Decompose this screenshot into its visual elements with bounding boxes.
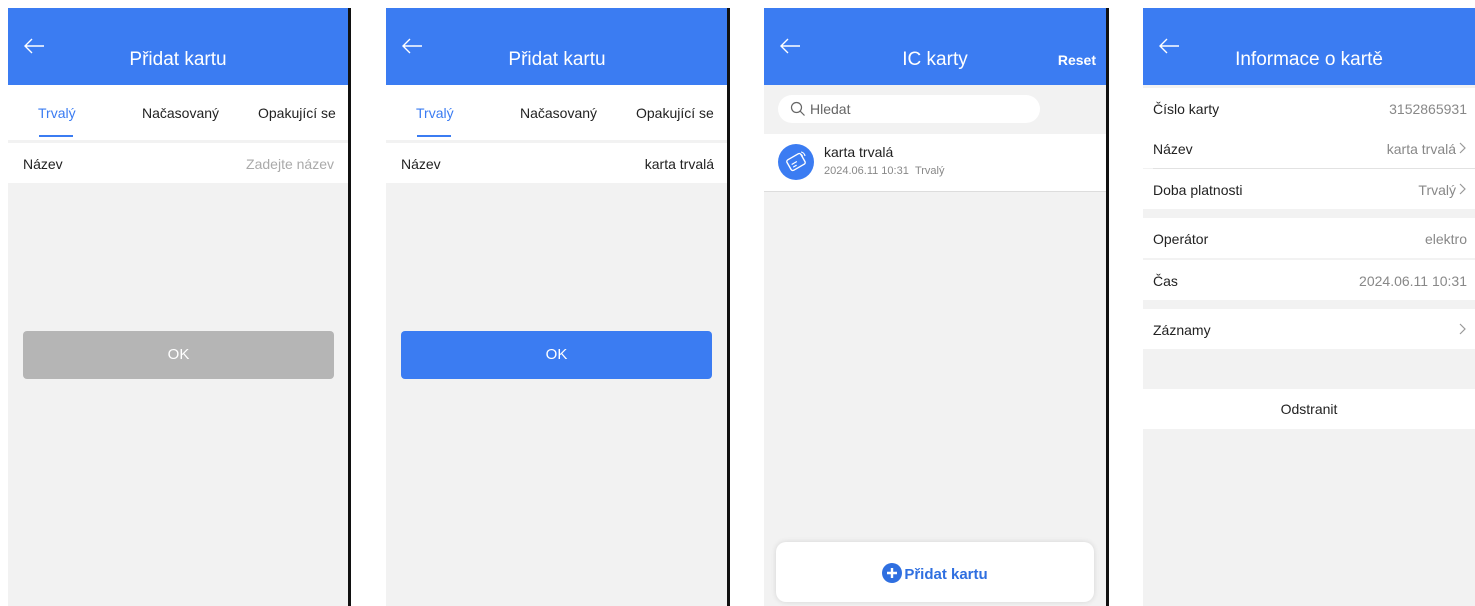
name-label: Název <box>401 156 441 172</box>
app-bar: Přidat kartu <box>386 8 728 85</box>
search-input[interactable] <box>808 100 1032 118</box>
validity-value: Trvalý <box>1418 182 1456 198</box>
delete-button[interactable]: Odstranit <box>1143 389 1475 429</box>
card-number-value: 3152865931 <box>1389 101 1467 117</box>
chevron-right-icon <box>1459 323 1466 335</box>
name-value: karta trvalá <box>1386 141 1456 157</box>
card-icon <box>778 144 814 180</box>
tab-permanent[interactable]: Trvalý <box>416 105 454 121</box>
screen-add-card-empty: Přidat kartu Trvalý Načasovaný Opakující… <box>8 8 348 606</box>
tab-recurring[interactable]: Opakující se <box>636 105 714 121</box>
screen-card-info: Informace o kartě Číslo karty 3152865931… <box>1143 8 1475 606</box>
records-row[interactable]: Záznamy <box>1143 309 1475 349</box>
tab-bar: Trvalý Načasovaný Opakující se <box>386 85 728 140</box>
name-field-row[interactable]: Název karta trvalá <box>386 143 728 183</box>
tab-timed[interactable]: Načasovaný <box>142 105 219 121</box>
screen-add-card-filled: Přidat kartu Trvalý Načasovaný Opakující… <box>386 8 728 606</box>
page-title: IC karty <box>902 49 968 70</box>
validity-value-wrap: Trvalý <box>1418 182 1467 198</box>
divider <box>1106 8 1109 606</box>
card-meta: 2024.06.11 10:31 Trvalý <box>824 165 945 177</box>
page-title: Informace o kartě <box>1235 49 1383 70</box>
page-title: Přidat kartu <box>129 49 227 70</box>
app-bar: Informace o kartě <box>1143 8 1475 85</box>
time-value: 2024.06.11 10:31 <box>1359 273 1467 289</box>
add-card-button[interactable]: Přidat kartu <box>776 542 1094 602</box>
tab-timed[interactable]: Načasovaný <box>520 105 597 121</box>
list-item[interactable]: karta trvalá 2024.06.11 10:31 Trvalý <box>764 134 1106 192</box>
operator-value: elektro <box>1424 231 1467 247</box>
divider <box>348 8 351 606</box>
chevron-right-icon <box>1459 142 1466 154</box>
divider <box>727 8 730 606</box>
tab-recurring[interactable]: Opakující se <box>258 105 336 121</box>
validity-row[interactable]: Doba platnosti Trvalý <box>1143 169 1475 209</box>
operator-label: Operátor <box>1153 231 1209 247</box>
card-number-row: Číslo karty 3152865931 <box>1143 88 1475 128</box>
records-chevron <box>1456 322 1467 338</box>
active-tab-indicator <box>417 135 451 137</box>
card-type: Trvalý <box>914 165 945 177</box>
name-input-placeholder[interactable]: Zadejte název <box>246 156 334 172</box>
name-label: Název <box>1153 141 1193 157</box>
ok-button[interactable]: OK <box>401 331 712 379</box>
search-icon <box>790 101 805 116</box>
card-name: karta trvalá <box>824 144 894 160</box>
ok-button-disabled[interactable]: OK <box>23 331 334 379</box>
time-label: Čas <box>1153 273 1178 289</box>
name-input-value[interactable]: karta trvalá <box>645 156 714 172</box>
chevron-right-icon <box>1459 183 1466 195</box>
card-number-label: Číslo karty <box>1153 101 1220 117</box>
name-value-wrap: karta trvalá <box>1387 141 1467 157</box>
page-title: Přidat kartu <box>508 49 606 70</box>
validity-label: Doba platnosti <box>1153 182 1243 198</box>
active-tab-indicator <box>39 135 73 137</box>
name-field-row[interactable]: Název Zadejte název <box>8 143 348 183</box>
records-label: Záznamy <box>1153 322 1211 338</box>
reset-button[interactable]: Reset <box>1058 52 1096 68</box>
add-card-content: Přidat kartu <box>776 563 1094 583</box>
tab-bar: Trvalý Načasovaný Opakující se <box>8 85 348 140</box>
screen-ic-cards: IC karty Reset karta trvalá 2024.06.11 1… <box>764 8 1106 606</box>
app-bar: IC karty Reset <box>764 8 1106 85</box>
plus-circle-icon <box>882 563 903 583</box>
name-label: Název <box>23 156 63 172</box>
app-bar: Přidat kartu <box>8 8 348 85</box>
add-card-label: Přidat kartu <box>904 566 988 583</box>
card-date: 2024.06.11 10:31 <box>824 165 909 177</box>
search-bar[interactable] <box>778 95 1040 123</box>
tab-permanent[interactable]: Trvalý <box>38 105 76 121</box>
operator-row: Operátor elektro <box>1143 218 1475 258</box>
time-row: Čas 2024.06.11 10:31 <box>1143 260 1475 300</box>
name-row[interactable]: Název karta trvalá <box>1143 128 1475 168</box>
